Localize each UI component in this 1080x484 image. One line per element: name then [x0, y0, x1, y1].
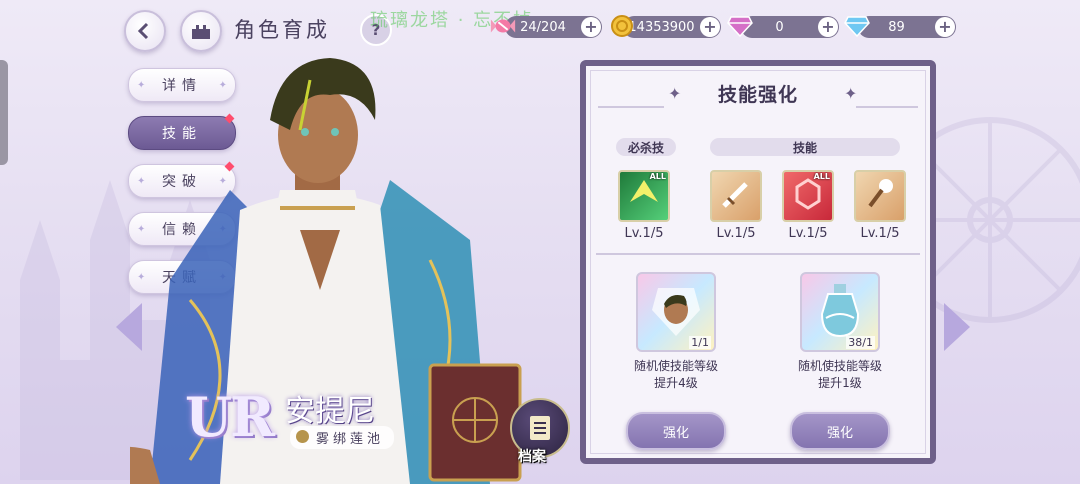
- item-description: 随机使技能等级 提升1级: [780, 358, 900, 392]
- sword-skill-icon: [710, 170, 762, 222]
- resource-pink-diamond: 0 +: [741, 16, 839, 38]
- section-divider: [596, 253, 920, 255]
- add-pink-diamond-button[interactable]: +: [818, 17, 838, 37]
- enhance-item-1: 1/1 随机使技能等级 提升4级 强化: [616, 272, 736, 450]
- back-arrow-icon: [137, 22, 149, 40]
- skill-slot-2[interactable]: ALL Lv.1/5: [778, 170, 838, 241]
- ultimate-tag: 必杀技: [616, 138, 676, 156]
- item-description-line1: 随机使技能等级: [797, 359, 882, 373]
- skill-level: Lv.1/5: [788, 226, 828, 241]
- document-icon: [530, 416, 550, 440]
- potion-bottle-icon: 38/1: [800, 272, 880, 352]
- skill-slot-ultimate[interactable]: ALL Lv.1/5: [614, 170, 674, 241]
- character-title: 雾绑莲池: [290, 426, 395, 449]
- enhance-item-2: 38/1 随机使技能等级 提升1级 强化: [780, 272, 900, 450]
- skills-tag: 技能: [710, 138, 900, 156]
- item-description-line2: 提升4级: [654, 376, 698, 390]
- hexagon-shield-skill-icon: ALL: [782, 170, 834, 222]
- skill-enhance-panel: ✦ ✦ 技能强化 必杀技 技能 ALL Lv.1/5 Lv.1/5 ALL Lv…: [580, 60, 936, 464]
- resource-candy: 24/204 +: [505, 16, 602, 38]
- enhance-button-2[interactable]: 强化: [790, 412, 890, 450]
- character-name: 安提尼: [285, 394, 375, 429]
- resource-blue-diamond: 89 +: [858, 16, 956, 38]
- skill-level: Lv.1/5: [624, 226, 664, 241]
- gold-coin-icon: [608, 12, 636, 40]
- add-candy-button[interactable]: +: [581, 17, 601, 37]
- add-gold-button[interactable]: +: [700, 17, 720, 37]
- item-quantity: 38/1: [846, 336, 875, 349]
- character-title-text: 雾绑莲池: [316, 432, 385, 447]
- item-description: 随机使技能等级 提升4级: [616, 358, 736, 392]
- item-description-line1: 随机使技能等级: [633, 359, 718, 373]
- candy-icon: [489, 12, 517, 40]
- skill-slot-1[interactable]: Lv.1/5: [706, 170, 766, 241]
- blue-diamond-icon: [843, 12, 871, 40]
- rarity-badge: UR: [185, 385, 275, 449]
- emblem-icon: [296, 430, 309, 443]
- resource-gold: 14353900 +: [623, 16, 721, 38]
- key-skill-icon: [854, 170, 906, 222]
- enhance-button-1[interactable]: 强化: [626, 412, 726, 450]
- archive-label: 档案: [518, 449, 546, 465]
- portrait-card-icon: 1/1: [636, 272, 716, 352]
- skill-level: Lv.1/5: [716, 226, 756, 241]
- panel-title: 技能强化: [717, 84, 798, 106]
- side-drawer-handle[interactable]: [0, 60, 8, 165]
- pink-diamond-icon: [726, 12, 754, 40]
- ultimate-skill-icon: ALL: [618, 170, 670, 222]
- item-quantity: 1/1: [689, 336, 711, 349]
- castle-home-icon: [192, 25, 210, 39]
- all-badge: ALL: [649, 172, 666, 181]
- all-badge: ALL: [813, 172, 830, 181]
- skill-slot-3[interactable]: Lv.1/5: [850, 170, 910, 241]
- next-character-arrow[interactable]: [944, 303, 970, 351]
- add-blue-diamond-button[interactable]: +: [935, 17, 955, 37]
- skill-level: Lv.1/5: [860, 226, 900, 241]
- item-description-line2: 提升1级: [818, 376, 862, 390]
